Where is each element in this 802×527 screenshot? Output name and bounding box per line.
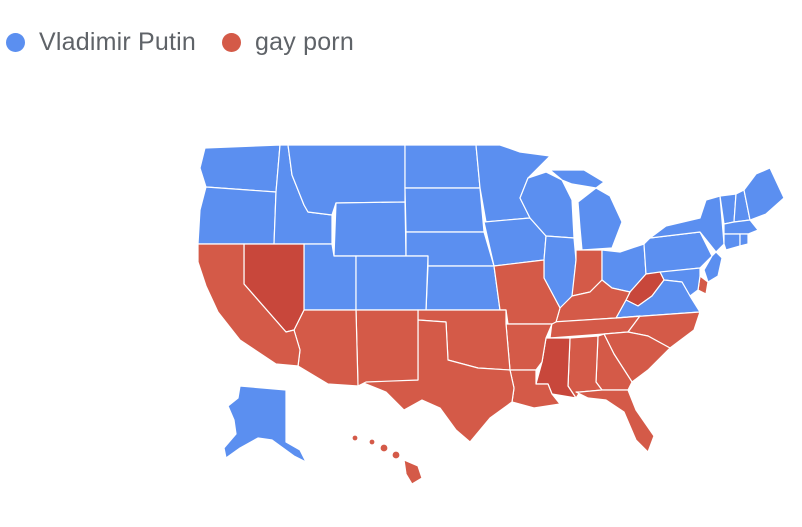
state-ND[interactable] [404, 144, 481, 189]
state-AZ[interactable] [293, 309, 359, 387]
state-WY[interactable] [333, 201, 407, 257]
state-WA[interactable] [199, 144, 281, 193]
us-states-map [197, 144, 785, 485]
state-ME[interactable] [743, 167, 785, 221]
state-AK[interactable] [223, 385, 307, 463]
state-CO[interactable] [355, 255, 429, 311]
state-CT[interactable] [723, 233, 741, 251]
state-MI[interactable] [577, 187, 623, 251]
state-SD[interactable] [404, 187, 485, 233]
state-PA[interactable] [643, 231, 713, 275]
state-HI[interactable] [351, 434, 423, 485]
state-KS[interactable] [425, 265, 501, 311]
state-AL[interactable] [567, 335, 603, 399]
state-RI[interactable] [739, 233, 749, 247]
state-NM[interactable] [355, 309, 419, 387]
state-OR[interactable] [197, 186, 277, 245]
state-FL[interactable] [575, 389, 655, 453]
